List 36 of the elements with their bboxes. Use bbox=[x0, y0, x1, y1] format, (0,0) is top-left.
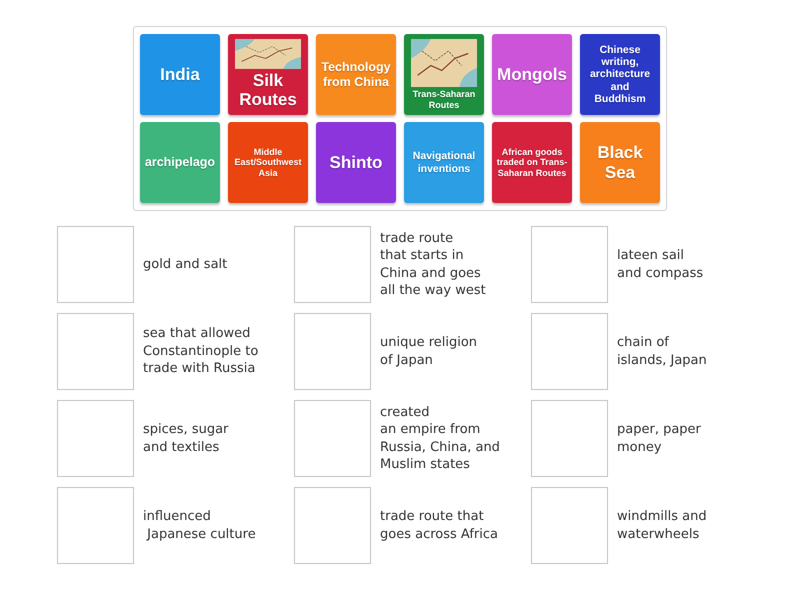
answer-box[interactable] bbox=[294, 400, 371, 477]
answer-box[interactable] bbox=[531, 313, 608, 390]
definition-text: trade route that starts in China and goes all the way west bbox=[380, 230, 486, 300]
answer-box[interactable] bbox=[57, 226, 134, 303]
answer-box[interactable] bbox=[57, 487, 134, 564]
answer-tile[interactable]: Middle East/Southwest Asia bbox=[228, 122, 308, 203]
answer-tile[interactable]: archipelago bbox=[140, 122, 220, 203]
definition-text: created an empire from Russia, China, and Muslim states bbox=[380, 404, 500, 474]
answer-box[interactable] bbox=[294, 313, 371, 390]
answer-box[interactable] bbox=[531, 400, 608, 477]
answer-box[interactable] bbox=[294, 487, 371, 564]
definition-text: paper, paper money bbox=[617, 421, 701, 456]
answer-tile[interactable]: Trans-Saharan Routes bbox=[404, 34, 484, 115]
answer-box[interactable] bbox=[531, 226, 608, 303]
answer-box[interactable] bbox=[57, 400, 134, 477]
definition-text: windmills and waterwheels bbox=[617, 508, 707, 543]
definition-text: spices, sugar and textiles bbox=[143, 421, 228, 456]
definition-text: chain of islands, Japan bbox=[617, 334, 707, 369]
definition-text: influenced Japanese culture bbox=[143, 508, 256, 543]
definition-text: lateen sail and compass bbox=[617, 247, 704, 282]
answer-tile[interactable]: Shinto bbox=[316, 122, 396, 203]
answer-tile[interactable]: Chinese writing, architecture and Buddhism bbox=[580, 34, 660, 115]
answer-tile[interactable]: African goods traded on Trans-Saharan Routes bbox=[492, 122, 572, 203]
answer-tile[interactable]: Mongols bbox=[492, 34, 572, 115]
answer-tile[interactable]: Navigational inventions bbox=[404, 122, 484, 203]
answer-box[interactable] bbox=[57, 313, 134, 390]
answer-tile[interactable]: India bbox=[140, 34, 220, 115]
answer-box[interactable] bbox=[294, 226, 371, 303]
definition-text: trade route that goes across Africa bbox=[380, 508, 498, 543]
definition-text: gold and salt bbox=[143, 256, 228, 274]
answer-box[interactable] bbox=[531, 487, 608, 564]
definition-text: unique religion of Japan bbox=[380, 334, 478, 369]
answer-tile[interactable]: Technology from China bbox=[316, 34, 396, 115]
answer-tile[interactable]: Silk Routes bbox=[228, 34, 308, 115]
answer-tile[interactable]: Black Sea bbox=[580, 122, 660, 203]
definition-text: sea that allowed Constantinople to trade with Russia bbox=[143, 325, 258, 378]
